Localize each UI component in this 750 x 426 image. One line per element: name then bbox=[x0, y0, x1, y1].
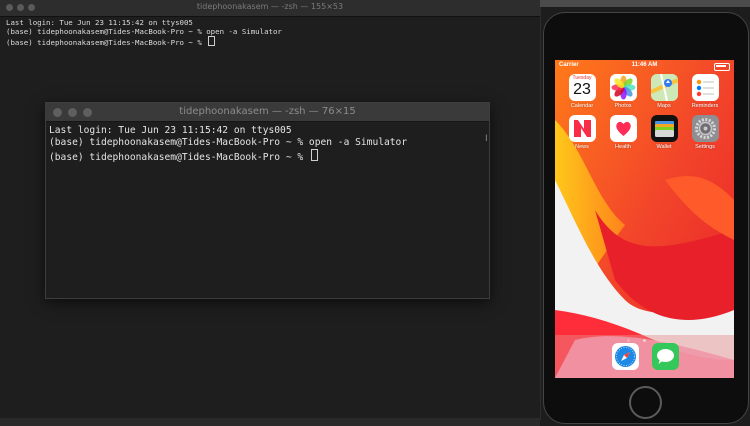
status-time: 11:46 AM bbox=[631, 62, 658, 68]
simulator-titlebar[interactable] bbox=[540, 0, 750, 7]
terminal-line: (base) tidephoonakasem@Tides-MacBook-Pro… bbox=[6, 27, 282, 36]
simulator-screen[interactable]: Carrier 11:46 AM Tuesday 23 Calendar Pho… bbox=[555, 60, 734, 378]
app-photos[interactable]: Photos bbox=[607, 74, 639, 109]
terminal-line: Last login: Tue Jun 23 11:15:42 on ttys0… bbox=[6, 18, 193, 27]
terminal-prompt: (base) tidephoonakasem@Tides-MacBook-Pro… bbox=[6, 38, 207, 47]
app-calendar[interactable]: Tuesday 23 Calendar bbox=[566, 74, 598, 109]
app-label: Settings bbox=[695, 144, 715, 150]
dock-app-safari[interactable] bbox=[609, 343, 641, 370]
app-maps[interactable]: Maps bbox=[648, 74, 680, 109]
photos-icon bbox=[609, 74, 637, 101]
battery-icon bbox=[714, 63, 730, 71]
app-label: Calendar bbox=[570, 103, 594, 109]
text-cursor-icon: I bbox=[485, 134, 488, 144]
wallet-icon bbox=[650, 115, 678, 142]
health-icon bbox=[609, 115, 637, 142]
foreground-terminal-title: tidephoonakasem — -zsh — 76×15 bbox=[179, 106, 356, 117]
settings-icon bbox=[691, 115, 719, 142]
app-label: Reminders bbox=[691, 103, 719, 109]
app-news[interactable]: News bbox=[566, 115, 598, 150]
app-health[interactable]: Health bbox=[607, 115, 639, 150]
home-button[interactable] bbox=[629, 386, 662, 419]
terminal-cursor bbox=[208, 36, 216, 46]
dock bbox=[555, 335, 734, 378]
messages-icon bbox=[651, 343, 679, 370]
app-label: Maps bbox=[657, 103, 671, 109]
background-terminal-titlebar[interactable]: tidephoonakasem — -zsh — 155×53 bbox=[0, 0, 540, 17]
foreground-terminal-titlebar[interactable]: tidephoonakasem — -zsh — 76×15 bbox=[46, 103, 489, 122]
safari-icon bbox=[611, 343, 639, 370]
app-reminders[interactable]: Reminders bbox=[689, 74, 721, 109]
app-label: Wallet bbox=[656, 144, 672, 150]
background-terminal-output[interactable]: Last login: Tue Jun 23 11:15:42 on ttys0… bbox=[0, 17, 540, 48]
terminal-cursor bbox=[310, 149, 318, 161]
foreground-terminal-window[interactable]: tidephoonakasem — -zsh — 76×15 Last logi… bbox=[45, 102, 490, 299]
terminal-line: (base) tidephoonakasem@Tides-MacBook-Pro… bbox=[49, 137, 408, 148]
background-terminal-title: tidephoonakasem — -zsh — 155×53 bbox=[196, 2, 344, 11]
app-label: Photos bbox=[614, 103, 632, 109]
status-bar: Carrier 11:46 AM bbox=[559, 62, 730, 72]
reminders-icon bbox=[691, 74, 719, 101]
calendar-date: 23 bbox=[573, 81, 591, 98]
maps-icon bbox=[650, 74, 678, 101]
bottom-strip bbox=[0, 418, 540, 426]
news-icon bbox=[568, 115, 596, 142]
dock-app-messages[interactable] bbox=[649, 343, 681, 370]
calendar-icon: Tuesday 23 bbox=[568, 74, 596, 101]
app-settings[interactable]: Settings bbox=[689, 115, 721, 150]
terminal-line: Last login: Tue Jun 23 11:15:42 on ttys0… bbox=[49, 125, 292, 136]
foreground-terminal-output[interactable]: Last login: Tue Jun 23 11:15:42 on ttys0… bbox=[46, 122, 489, 167]
app-label: Health bbox=[615, 144, 631, 150]
app-wallet[interactable]: Wallet bbox=[648, 115, 680, 150]
app-label: News bbox=[575, 144, 589, 150]
terminal-prompt: (base) tidephoonakasem@Tides-MacBook-Pro… bbox=[49, 152, 309, 163]
